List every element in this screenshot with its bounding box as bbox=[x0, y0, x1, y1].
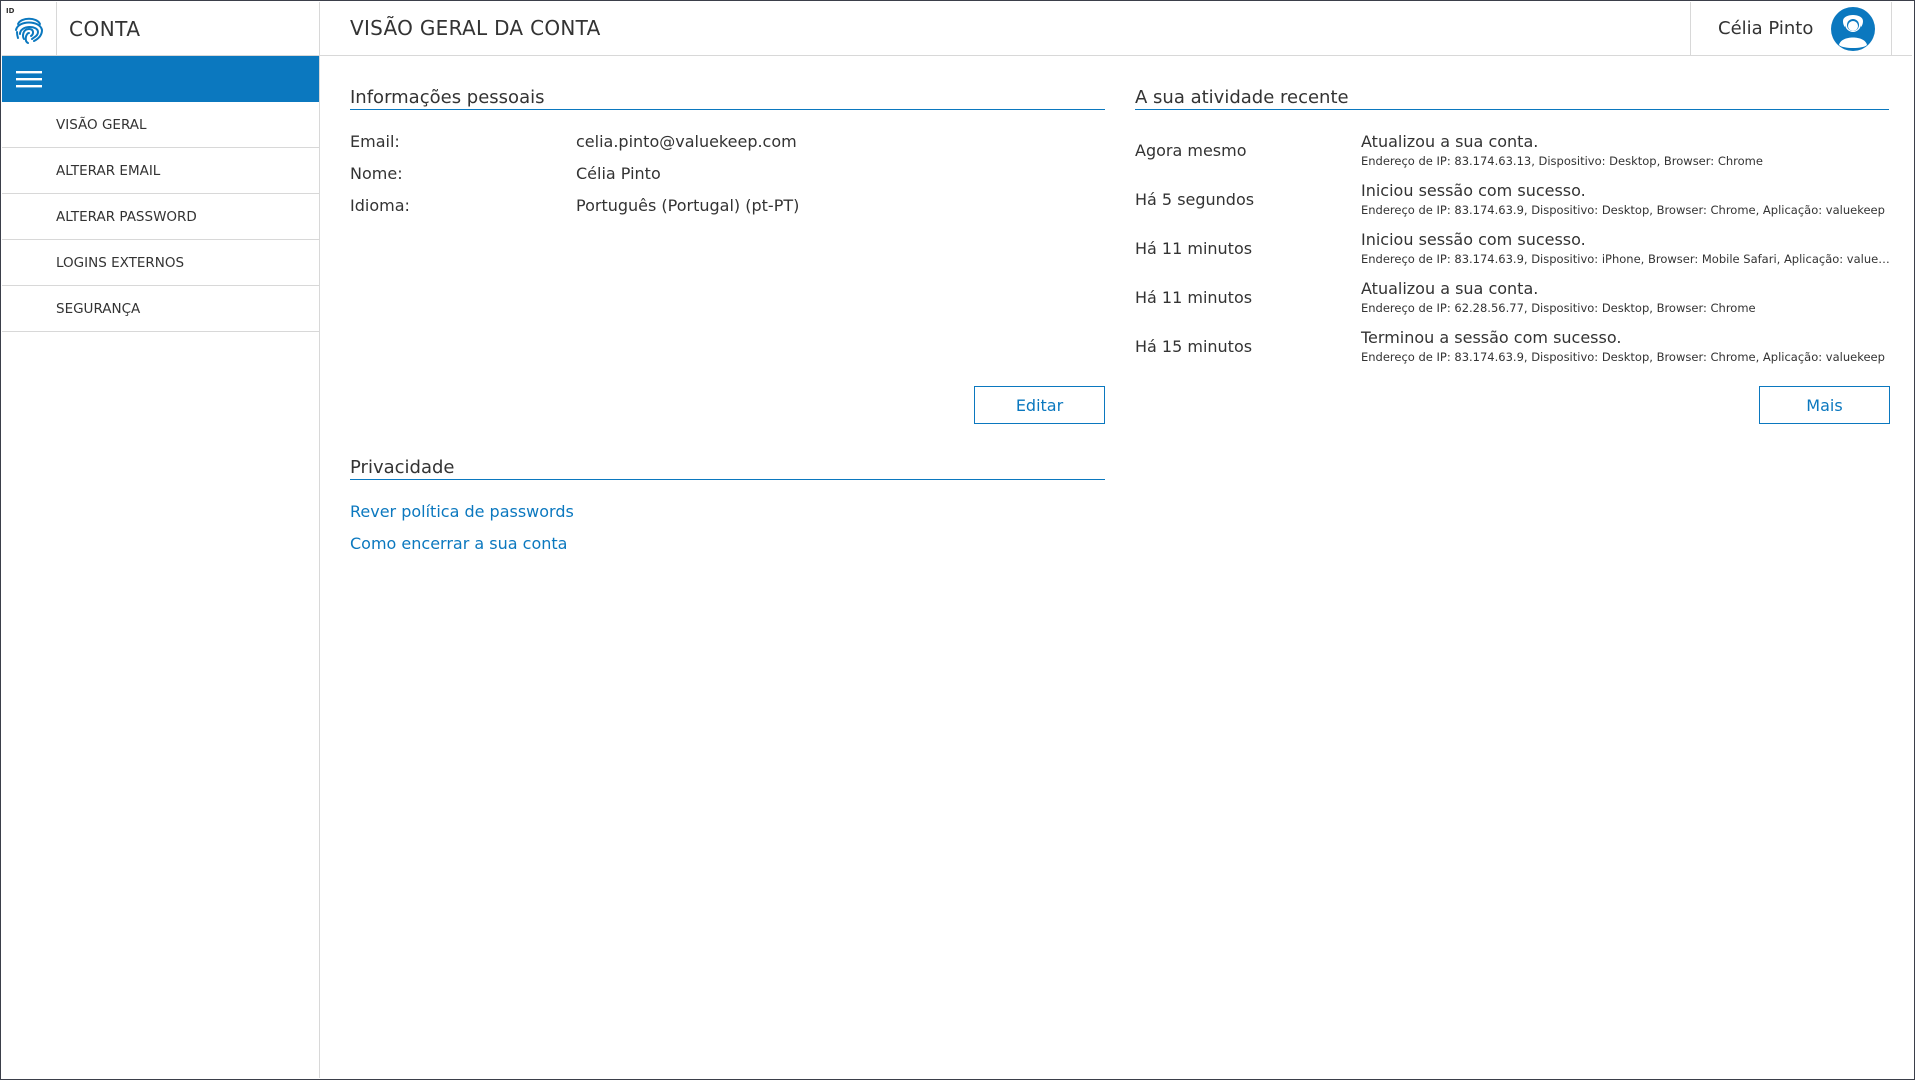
language-value: Português (Portugal) (pt-PT) bbox=[576, 196, 800, 215]
activity-time: Há 15 minutos bbox=[1135, 337, 1253, 356]
sidebar-item-change-email[interactable]: ALTERAR EMAIL bbox=[2, 148, 319, 194]
sidebar-item-security[interactable]: SEGURANÇA bbox=[2, 286, 319, 332]
activity-time: Há 5 segundos bbox=[1135, 190, 1255, 209]
sidebar-item-label: SEGURANÇA bbox=[56, 300, 141, 317]
sidebar: ID CONTA VISÃO GERAL ALTERAR EMAIL ALTER… bbox=[2, 2, 320, 1078]
activity-detail: Endereço de IP: 83.174.63.9, Dispositivo… bbox=[1361, 203, 1885, 217]
app-title: CONTA bbox=[69, 16, 141, 41]
activity-detail: Endereço de IP: 83.174.63.9, Dispositivo… bbox=[1361, 252, 1891, 266]
logo-tag: ID bbox=[6, 7, 15, 15]
email-label: Email: bbox=[350, 132, 400, 151]
password-policy-link[interactable]: Rever política de passwords bbox=[350, 502, 574, 521]
more-button[interactable]: Mais bbox=[1759, 386, 1890, 424]
activity-detail: Endereço de IP: 83.174.63.9, Dispositivo… bbox=[1361, 350, 1885, 364]
language-label: Idioma: bbox=[350, 196, 410, 215]
activity-title: Atualizou a sua conta. bbox=[1361, 279, 1539, 298]
personal-info-heading: Informações pessoais bbox=[350, 87, 1105, 110]
activity-detail: Endereço de IP: 83.174.63.13, Dispositiv… bbox=[1361, 154, 1763, 168]
page-title: VISÃO GERAL DA CONTA bbox=[350, 16, 601, 40]
hamburger-menu-icon[interactable] bbox=[16, 69, 42, 89]
activity-title: Iniciou sessão com sucesso. bbox=[1361, 230, 1586, 249]
name-label: Nome: bbox=[350, 164, 403, 183]
sidebar-item-overview[interactable]: VISÃO GERAL bbox=[2, 102, 319, 148]
user-menu[interactable]: Célia Pinto bbox=[1690, 2, 1892, 55]
menu-toggle-bar[interactable] bbox=[2, 56, 319, 102]
brand-header: ID CONTA bbox=[2, 2, 319, 56]
close-account-link[interactable]: Como encerrar a sua conta bbox=[350, 534, 567, 553]
sidebar-item-label: ALTERAR EMAIL bbox=[56, 162, 161, 179]
sidebar-item-label: LOGINS EXTERNOS bbox=[56, 254, 185, 271]
email-value: celia.pinto@valuekeep.com bbox=[576, 132, 797, 151]
activity-title: Terminou a sessão com sucesso. bbox=[1361, 328, 1622, 347]
activity-time: Há 11 minutos bbox=[1135, 239, 1253, 258]
activity-title: Atualizou a sua conta. bbox=[1361, 132, 1539, 151]
activity-title: Iniciou sessão com sucesso. bbox=[1361, 181, 1586, 200]
edit-button[interactable]: Editar bbox=[974, 386, 1105, 424]
privacy-heading: Privacidade bbox=[350, 457, 1105, 480]
sidebar-item-external-logins[interactable]: LOGINS EXTERNOS bbox=[2, 240, 319, 286]
activity-time: Há 11 minutos bbox=[1135, 288, 1253, 307]
fingerprint-logo-icon[interactable]: ID bbox=[2, 2, 57, 55]
activity-time: Agora mesmo bbox=[1135, 141, 1247, 160]
name-value: Célia Pinto bbox=[576, 164, 661, 183]
user-name: Célia Pinto bbox=[1718, 18, 1814, 39]
top-header: VISÃO GERAL DA CONTA Célia Pinto bbox=[320, 2, 1912, 56]
sidebar-item-label: VISÃO GERAL bbox=[56, 116, 147, 133]
sidebar-item-label: ALTERAR PASSWORD bbox=[56, 208, 197, 225]
activity-detail: Endereço de IP: 62.28.56.77, Dispositivo… bbox=[1361, 301, 1756, 315]
sidebar-item-change-password[interactable]: ALTERAR PASSWORD bbox=[2, 194, 319, 240]
fingerprint-icon bbox=[15, 17, 44, 44]
avatar-icon[interactable] bbox=[1831, 6, 1876, 51]
recent-activity-heading: A sua atividade recente bbox=[1135, 87, 1889, 110]
